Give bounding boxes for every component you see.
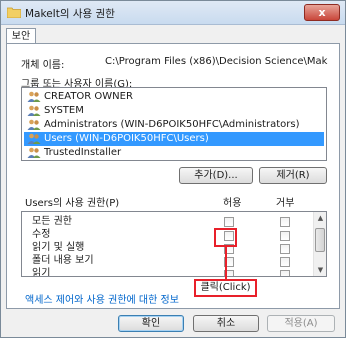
groups-list[interactable]: CREATOR OWNER SYSTEM Administrators (WIN…	[21, 87, 327, 161]
scroll-down-icon[interactable]: ▼	[316, 266, 325, 274]
deny-checkbox[interactable]	[280, 217, 290, 227]
window-title: MakeIt의 사용 권한	[25, 8, 115, 20]
object-name-value: C:\Program Files (x86)\Decision Science\…	[105, 56, 328, 67]
callout-pointer	[225, 247, 227, 279]
permission-label: 수정	[32, 229, 51, 240]
deny-header: 거부	[276, 198, 295, 209]
list-item[interactable]: TrustedInstaller	[24, 146, 324, 160]
permission-label: 읽기	[32, 268, 51, 277]
click-highlight-box	[214, 228, 237, 247]
close-button[interactable]: x	[304, 4, 340, 21]
permissions-label: Users의 사용 권한(P)	[25, 198, 120, 209]
permissions-dialog: MakeIt의 사용 권한 x 보안 개체 이름: C:\Program Fil…	[0, 0, 346, 338]
title-bar: MakeIt의 사용 권한 x	[1, 1, 345, 25]
scroll-up-icon[interactable]: ▲	[316, 214, 325, 222]
permission-row: 모든 권한	[32, 215, 312, 228]
remove-button[interactable]: 제거(R)	[259, 167, 327, 184]
folder-icon	[7, 7, 21, 18]
scroll-thumb[interactable]	[315, 228, 325, 252]
list-item[interactable]: Administrators (WIN-D6POIK50HFC\Administ…	[24, 118, 324, 132]
users-icon	[27, 147, 41, 158]
permission-row: 수정	[32, 228, 312, 241]
users-icon	[27, 91, 41, 102]
users-icon	[27, 133, 41, 144]
ok-button[interactable]: 확인	[118, 315, 184, 332]
cancel-button[interactable]: 취소	[193, 315, 259, 332]
users-icon	[27, 105, 41, 116]
list-item-label: SYSTEM	[44, 105, 84, 116]
access-control-help-link[interactable]: 액세스 제어와 사용 권한에 대한 정보	[25, 291, 179, 306]
list-item-selected[interactable]: Users (WIN-D6POIK50HFC\Users)	[24, 132, 324, 146]
deny-checkbox[interactable]	[280, 257, 290, 267]
list-item-label: TrustedInstaller	[44, 147, 122, 158]
click-callout: 클릭(Click)	[194, 279, 257, 297]
permission-label: 읽기 및 실행	[32, 242, 85, 253]
allow-checkbox[interactable]	[224, 217, 234, 227]
deny-checkbox[interactable]	[280, 244, 290, 254]
deny-checkbox[interactable]	[280, 231, 290, 241]
permission-row: 읽기 및 실행	[32, 241, 312, 254]
permission-row: 읽기	[32, 267, 312, 277]
list-item-label: CREATOR OWNER	[44, 91, 133, 102]
list-item[interactable]: SYSTEM	[24, 104, 324, 118]
list-item-label: Users (WIN-D6POIK50HFC\Users)	[44, 133, 209, 144]
apply-button[interactable]: 적용(A)	[267, 315, 335, 332]
permissions-scrollbar[interactable]: ▲ ▼	[313, 212, 326, 276]
deny-checkbox[interactable]	[280, 270, 290, 276]
permission-label: 폴더 내용 보기	[32, 255, 94, 266]
tab-security[interactable]: 보안	[6, 28, 36, 44]
add-button[interactable]: 추가(D)...	[179, 167, 253, 184]
permission-label: 모든 권한	[32, 216, 72, 227]
permissions-list: 모든 권한 수정 읽기 및 실행 폴더 내용 보기 읽기 ▲ ▼	[21, 211, 327, 277]
list-item-label: Administrators (WIN-D6POIK50HFC\Administ…	[44, 119, 300, 130]
allow-header: 허용	[223, 198, 242, 209]
list-item[interactable]: CREATOR OWNER	[24, 90, 324, 104]
permission-row: 폴더 내용 보기	[32, 254, 312, 267]
users-icon	[27, 119, 41, 130]
object-name-label: 개체 이름:	[21, 60, 65, 71]
